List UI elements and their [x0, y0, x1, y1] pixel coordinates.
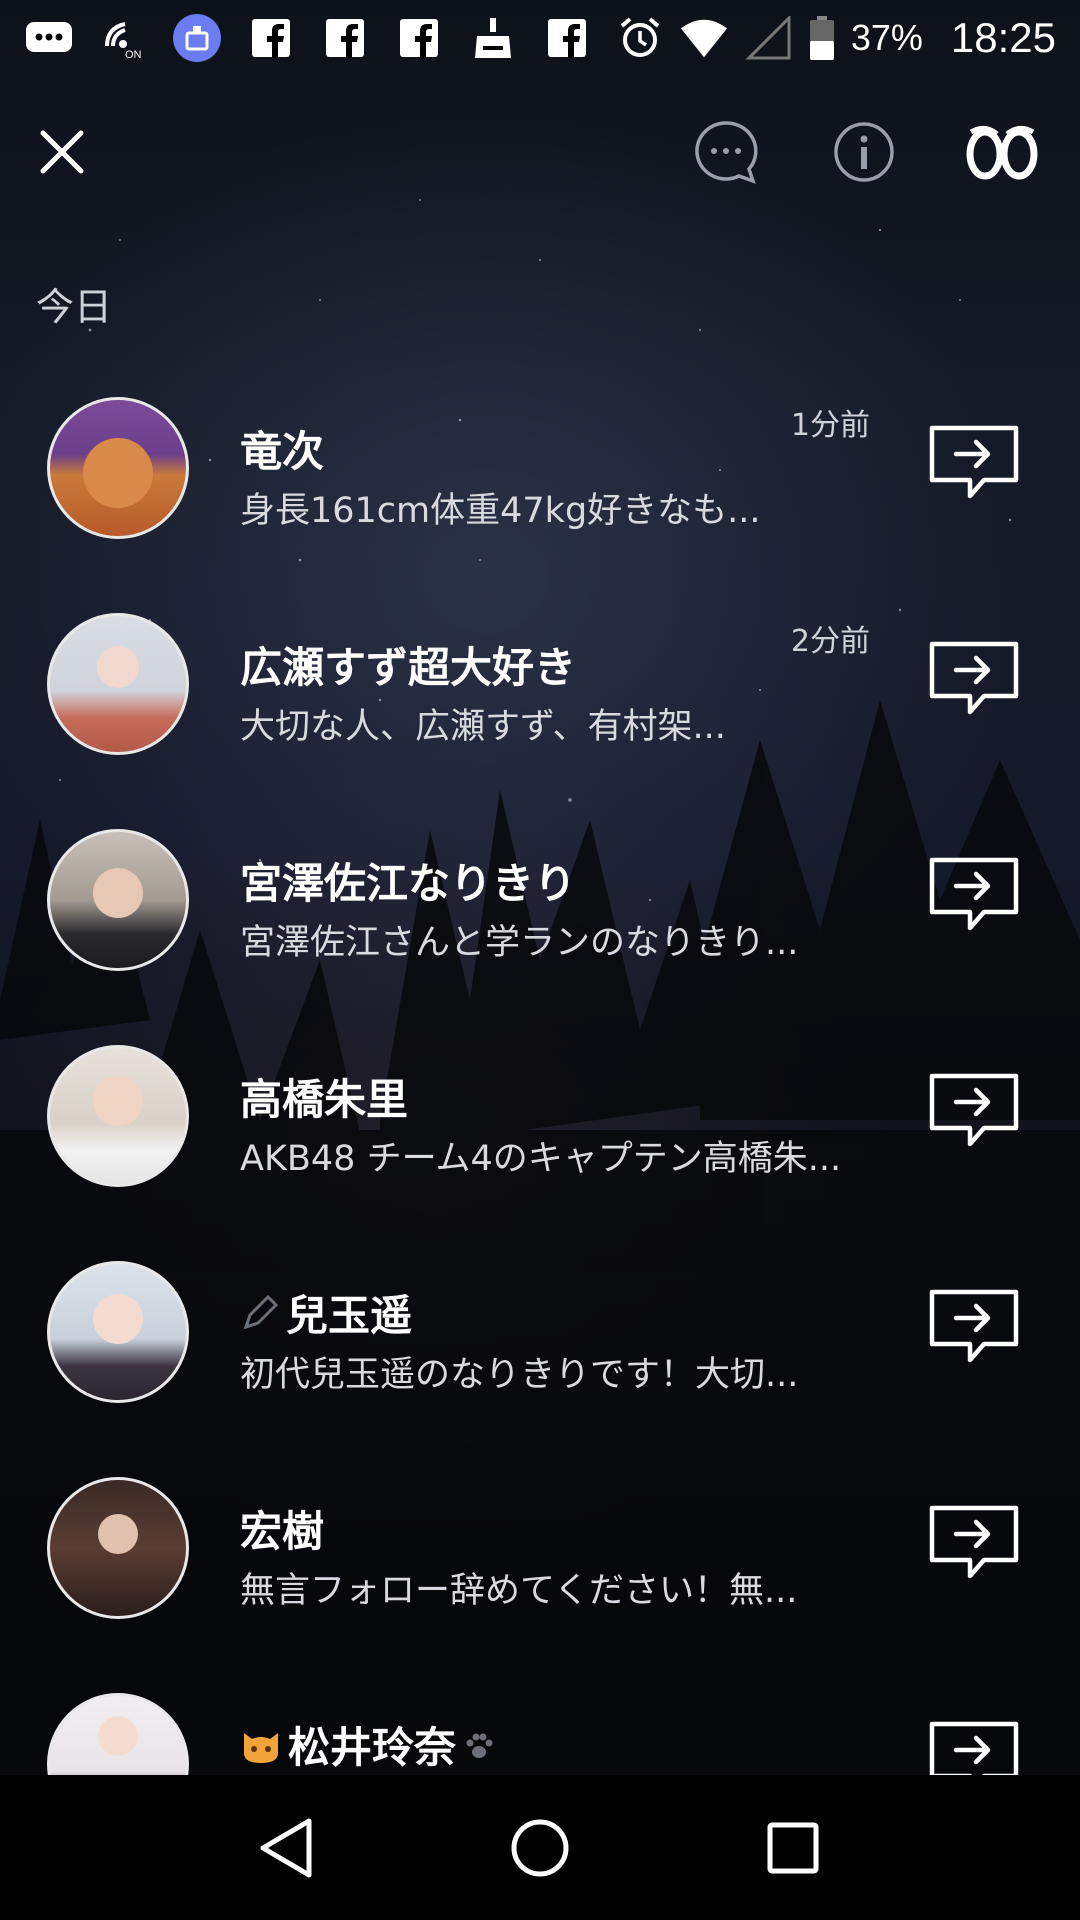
row-name-text: 松井玲奈: [288, 1723, 457, 1772]
info-button[interactable]: [822, 110, 906, 194]
nfc-on-icon: ON: [98, 15, 148, 61]
eyes-button[interactable]: [952, 110, 1052, 194]
facebook-icon: [542, 15, 592, 61]
avatar-face: [93, 1076, 143, 1126]
row-name-text: 宮澤佐江なりきり: [240, 859, 577, 908]
svg-text:ON: ON: [125, 49, 142, 60]
avatar-face: [93, 868, 143, 918]
wifi-icon: [679, 15, 729, 61]
broom-icon: [468, 15, 518, 61]
row-description: 宮澤佐江さんと学ランのなりきり...: [240, 923, 799, 963]
section-label-today: 今日: [36, 285, 113, 329]
enter-chat-icon: [929, 1289, 1019, 1363]
home-circle-icon: [511, 1819, 569, 1876]
row-name: 松井玲奈: [240, 1714, 496, 1775]
list-item[interactable]: 宮澤佐江なりきり宮澤佐江さんと学ランのなりきり...: [0, 804, 1080, 1020]
screen: ON 37% 18:25 今日 竜次 身長161cm体重47kg好きなも... …: [0, 0, 1080, 1920]
row-name-text: 宏樹: [240, 1507, 325, 1556]
avatar[interactable]: [47, 613, 189, 755]
back-button[interactable]: [242, 1803, 332, 1893]
list-item[interactable]: 高橋朱里 AKB48 チーム4のキャプテン高橋朱...: [0, 1020, 1080, 1236]
avatar[interactable]: [47, 397, 189, 539]
avatar-face: [83, 438, 153, 508]
pencil-icon: [243, 1294, 279, 1329]
recents-square-icon: [767, 1822, 819, 1873]
avatar-face: [98, 1716, 138, 1756]
avatar[interactable]: [47, 1261, 189, 1403]
open-chat-button[interactable]: [926, 1070, 1022, 1152]
battery-percent: 37%: [850, 17, 923, 58]
row-timestamp: 1分前: [790, 408, 870, 443]
row-name: 兒玉遥: [240, 1282, 412, 1343]
row-description: 初代兒玉遥のなりきりです！大切...: [240, 1355, 799, 1395]
close-icon: [40, 130, 84, 174]
cleaner-app-icon: [172, 14, 222, 62]
open-chat-button[interactable]: [926, 1502, 1022, 1584]
chat-button[interactable]: [684, 110, 768, 194]
info-icon: [834, 122, 894, 182]
cat-emoji-icon: [244, 1732, 278, 1763]
row-name: 宮澤佐江なりきり: [240, 850, 576, 911]
enter-chat-icon: [929, 1073, 1019, 1147]
enter-chat-icon: [929, 1721, 1019, 1775]
chat-bubble-icon: [695, 121, 758, 184]
recents-button[interactable]: [748, 1803, 838, 1893]
row-description: 無言フォロー辞めてください！無...: [240, 1571, 798, 1611]
enter-chat-icon: [929, 857, 1019, 931]
back-triangle-icon: [260, 1818, 312, 1877]
avatar[interactable]: [47, 829, 189, 971]
navigation-bar: [0, 1775, 1080, 1920]
list-item[interactable]: 竜次身長161cm体重47kg好きなも... 1分前: [0, 372, 1080, 588]
clock: 18:25: [950, 14, 1056, 61]
home-button[interactable]: [495, 1803, 585, 1893]
facebook-icon: [246, 15, 296, 61]
notification-icons: ON: [24, 14, 592, 62]
row-name-text: 兒玉遥: [286, 1291, 413, 1340]
open-chat-button[interactable]: [926, 422, 1022, 504]
facebook-icon: [394, 15, 444, 61]
open-chat-button[interactable]: [926, 1286, 1022, 1368]
messages-icon: [24, 15, 74, 61]
eyes-icon: [966, 126, 1038, 180]
row-name: 高橋朱里: [240, 1066, 408, 1127]
row-description: 身長161cm体重47kg好きなも...: [240, 491, 761, 531]
row-description: 大切な人、広瀬すず、有村架...: [240, 707, 726, 747]
system-status: 37% 18:25: [615, 14, 1056, 62]
top-bar: [0, 110, 1080, 202]
row-name: 宏樹: [240, 1498, 324, 1559]
avatar-face: [98, 1514, 138, 1554]
cell-signal-icon: [743, 15, 793, 61]
enter-chat-icon: [929, 641, 1019, 715]
list-item[interactable]: 兒玉遥初代兒玉遥のなりきりです！大切...: [0, 1236, 1080, 1452]
avatar[interactable]: [47, 1045, 189, 1187]
row-name-text: 高橋朱里: [240, 1075, 409, 1124]
row-name: 竜次: [240, 418, 324, 479]
open-chat-button[interactable]: [926, 1718, 1022, 1775]
avatar-face: [93, 1294, 143, 1344]
enter-chat-icon: [929, 1505, 1019, 1579]
open-chat-button[interactable]: [926, 854, 1022, 936]
avatar[interactable]: [47, 1477, 189, 1619]
list-item[interactable]: 松井玲奈: [0, 1668, 1080, 1775]
enter-chat-icon: [929, 425, 1019, 499]
status-bar: ON 37% 18:25: [0, 0, 1080, 76]
alarm-icon: [615, 15, 665, 61]
row-timestamp: 2分前: [790, 624, 870, 659]
facebook-icon: [320, 15, 370, 61]
paw-icon: [466, 1733, 493, 1758]
chat-list: 竜次身長161cm体重47kg好きなも... 1分前広瀬すず超大好き大切な人、広瀬…: [0, 372, 1080, 1775]
row-description: AKB48 チーム4のキャプテン高橋朱...: [240, 1139, 840, 1179]
row-name-text: 広瀬すず超大好き: [240, 643, 577, 692]
list-item[interactable]: 広瀬すず超大好き大切な人、広瀬すず、有村架... 2分前: [0, 588, 1080, 804]
list-item[interactable]: 宏樹無言フォロー辞めてください！無...: [0, 1452, 1080, 1668]
avatar-face: [97, 646, 139, 688]
battery-icon: [807, 15, 837, 61]
row-name-text: 竜次: [240, 427, 325, 476]
close-button[interactable]: [20, 110, 104, 194]
row-name: 広瀬すず超大好き: [240, 634, 576, 695]
open-chat-button[interactable]: [926, 638, 1022, 720]
avatar[interactable]: [47, 1693, 189, 1775]
